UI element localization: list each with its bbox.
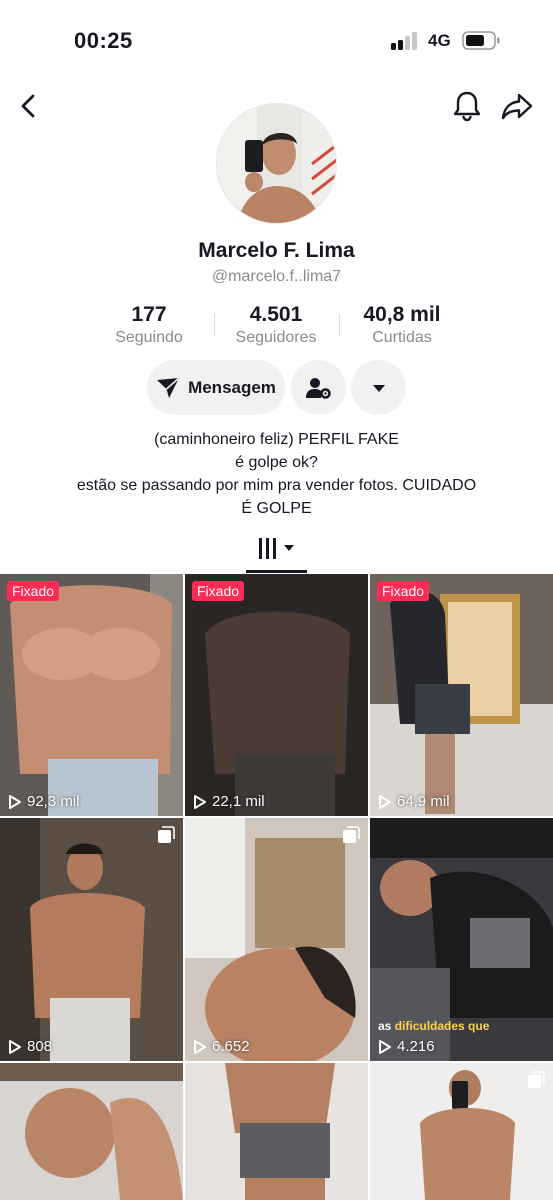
play-icon — [194, 1039, 206, 1054]
back-button[interactable] — [14, 90, 44, 122]
play-icon — [9, 794, 21, 809]
avatar-photo — [217, 104, 336, 223]
view-count-text: 22,1 mil — [212, 793, 265, 810]
network-type: 4G — [428, 31, 451, 50]
tab-videos[interactable] — [246, 530, 307, 574]
followers-count: 4.501 — [249, 303, 303, 326]
video-tile[interactable]: as dificuldades que 4.216 — [370, 818, 553, 1061]
video-tile[interactable] — [185, 1063, 368, 1200]
view-count: 808 — [8, 1038, 52, 1055]
share-arrow-icon — [501, 93, 533, 120]
video-grid: Fixado 92,3 mil Fixado 22,1 mil Fixado 6… — [0, 574, 553, 1200]
notifications-button[interactable] — [451, 89, 483, 123]
tab-indicator — [246, 570, 307, 573]
message-button[interactable]: Mensagem — [147, 360, 285, 415]
bio-line: (caminhoneiro feliz) PERFIL FAKE — [154, 431, 399, 448]
avatar[interactable] — [216, 103, 337, 224]
video-tile[interactable] — [370, 1063, 553, 1200]
video-tile[interactable]: 6.652 — [185, 818, 368, 1061]
video-tile[interactable]: 808 — [0, 818, 183, 1061]
multi-photo-icon — [158, 826, 175, 843]
play-icon — [194, 794, 206, 809]
video-tile[interactable] — [0, 1063, 183, 1200]
stat-likes[interactable]: 40,8 mil Curtidas — [352, 303, 452, 347]
caption-word: as — [378, 1019, 392, 1033]
play-icon — [379, 794, 391, 809]
video-thumbnail — [185, 818, 368, 1061]
stat-following[interactable]: 177 Seguindo — [104, 303, 194, 347]
bio-line: é golpe ok? — [235, 454, 318, 471]
play-icon — [379, 1039, 391, 1054]
add-friend-button[interactable] — [291, 360, 346, 415]
chevron-left-icon — [21, 94, 35, 118]
view-count: 22,1 mil — [193, 793, 265, 810]
profile-name: Marcelo F. Lima — [198, 239, 355, 262]
signal-icon — [391, 32, 421, 50]
bio-line: estão se passando por mim pra vender fot… — [76, 477, 477, 494]
play-icon — [9, 1039, 21, 1054]
person-settings-icon — [305, 377, 331, 399]
stat-divider — [339, 314, 340, 336]
caption-highlight: dificuldades que — [394, 1019, 490, 1033]
pinned-badge: Fixado — [7, 581, 60, 601]
multi-photo-icon — [343, 826, 360, 843]
video-thumbnail — [0, 1063, 183, 1200]
more-options-button[interactable] — [351, 360, 406, 415]
multi-photo-icon — [528, 1071, 545, 1088]
following-count: 177 — [131, 303, 167, 326]
battery-icon — [462, 31, 500, 50]
caret-down-icon — [372, 384, 385, 392]
view-count-text: 92,3 mil — [27, 793, 80, 810]
view-count: 4.216 — [378, 1038, 435, 1055]
video-caption: as dificuldades que — [378, 1019, 489, 1033]
video-thumbnail — [0, 574, 183, 816]
videos-grid-icon — [259, 538, 294, 559]
video-thumbnail — [370, 574, 553, 816]
video-tile[interactable]: Fixado 22,1 mil — [185, 574, 368, 816]
bell-icon — [453, 91, 481, 122]
bio-line: É GOLPE — [241, 500, 312, 517]
profile-bio: (caminhoneiro feliz) PERFIL FAKE é golpe… — [20, 428, 533, 520]
status-bar: 00:25 4G — [0, 0, 553, 80]
profile-handle: @marcelo.f..lima7 — [211, 268, 342, 285]
following-label: Seguindo — [115, 329, 183, 346]
status-time: 00:25 — [74, 28, 133, 53]
message-label: Mensagem — [188, 377, 276, 397]
likes-count: 40,8 mil — [363, 303, 441, 326]
pinned-badge: Fixado — [377, 581, 430, 601]
stat-followers[interactable]: 4.501 Seguidores — [226, 303, 326, 347]
paper-plane-icon — [157, 376, 180, 398]
pinned-badge: Fixado — [192, 581, 245, 601]
video-thumbnail — [185, 1063, 368, 1200]
video-tile[interactable]: Fixado 64,9 mil — [370, 574, 553, 816]
video-thumbnail — [370, 1063, 553, 1200]
view-count: 92,3 mil — [8, 793, 80, 810]
followers-label: Seguidores — [235, 329, 317, 346]
video-tile[interactable]: Fixado 92,3 mil — [0, 574, 183, 816]
share-button[interactable] — [500, 91, 534, 121]
view-count-text: 808 — [27, 1038, 53, 1055]
video-thumbnail — [185, 574, 368, 816]
video-thumbnail — [0, 818, 183, 1061]
view-count: 6.652 — [193, 1038, 250, 1055]
view-count-text: 64,9 mil — [397, 793, 450, 810]
likes-label: Curtidas — [372, 329, 432, 346]
view-count: 64,9 mil — [378, 793, 450, 810]
view-count-text: 4.216 — [397, 1038, 435, 1055]
view-count-text: 6.652 — [212, 1038, 250, 1055]
stat-divider — [214, 314, 215, 336]
